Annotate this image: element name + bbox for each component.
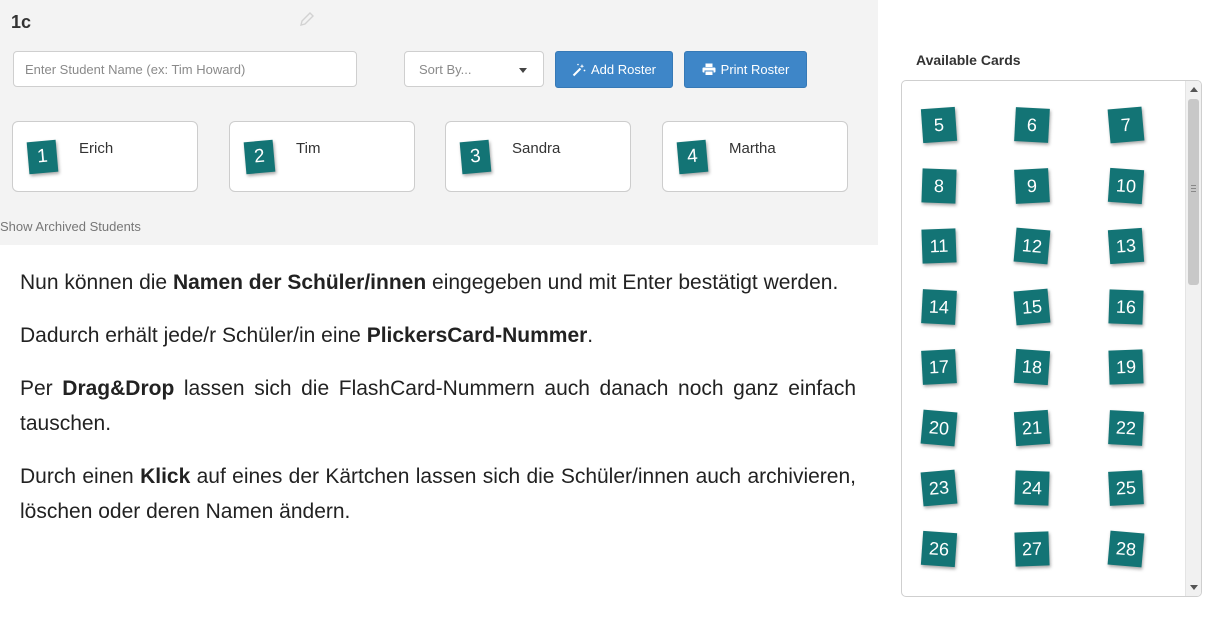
explanation-paragraph: Per Drag&Drop lassen sich die FlashCard-… [20,371,856,441]
scrollbar-thumb[interactable] [1188,99,1199,285]
emphasis-text: PlickersCard-Nummer [366,324,588,347]
print-roster-label: Print Roster [720,62,790,77]
available-card[interactable]: 5 [920,106,958,144]
emphasis-text: Namen der Schüler/innen [172,271,427,294]
grip-icon [1191,185,1196,192]
explanation-paragraph: Dadurch erhält jede/r Schüler/in eine Pl… [20,318,856,353]
scroll-down-arrow-icon[interactable] [1190,585,1198,590]
available-card[interactable]: 17 [921,349,957,385]
paragraph-text: eingegeben und mit Enter bestätigt werde… [426,271,839,294]
card-number-badge: 1 [26,139,59,175]
available-card[interactable]: 24 [1014,470,1050,506]
print-roster-button[interactable]: Print Roster [684,51,807,88]
student-card[interactable]: 2 Tim [229,121,415,192]
add-roster-label: Add Roster [590,62,657,77]
available-card[interactable]: 22 [1108,409,1144,446]
available-card[interactable]: 9 [1014,167,1050,204]
scroll-up-arrow-icon[interactable] [1190,87,1198,92]
available-card[interactable]: 6 [1014,107,1050,143]
student-name-input[interactable] [13,51,357,87]
student-name: Sandra [512,140,561,157]
available-card[interactable]: 25 [1108,470,1144,506]
available-cards-grid: 5 6 7 8 9 10 11 12 13 14 15 16 17 18 19 20 21 22 23 24 25 26 2… [902,81,1184,596]
available-card[interactable]: 21 [1013,409,1051,446]
printer-icon [702,63,716,76]
available-card[interactable]: 10 [1107,167,1145,204]
student-card[interactable]: 3 Sandra [445,121,631,192]
available-card[interactable]: 18 [1013,348,1051,386]
paragraph-text: Nun können die [20,271,173,294]
available-card[interactable]: 28 [1107,530,1145,567]
emphasis-text: Drag&Drop [62,377,175,400]
paragraph-text: . [587,324,594,347]
card-number-badge: 3 [459,139,492,175]
student-name: Tim [296,140,321,157]
available-card[interactable]: 20 [920,409,958,446]
paragraph-text: Durch einen [20,465,141,488]
caret-down-icon [519,68,527,73]
available-card[interactable]: 7 [1107,106,1145,144]
available-card[interactable]: 19 [1108,349,1144,385]
available-card[interactable]: 12 [1013,227,1051,265]
emphasis-text: Klick [140,465,191,488]
available-cards-panel[interactable]: 5 6 7 8 9 10 11 12 13 14 15 16 17 18 19 20 21 22 23 24 25 26 2… [901,80,1202,597]
paragraph-text: Dadurch erhält jede/r Schüler/in eine [20,324,367,347]
explanation-text: Nun können die Namen der Schüler/innen e… [20,265,856,547]
available-cards-heading: Available Cards [916,52,1021,68]
scrollbar[interactable] [1185,81,1201,596]
available-card[interactable]: 23 [920,469,958,507]
available-card[interactable]: 8 [921,167,957,204]
student-card[interactable]: 1 Erich [12,121,198,192]
card-number-badge: 4 [676,139,709,175]
available-card[interactable]: 27 [1014,530,1050,567]
paragraph-text: Per [20,377,63,400]
roster-editor: 1c Sort By... Add Roster Print Roster 1 … [0,0,878,245]
add-roster-button[interactable]: Add Roster [555,51,673,88]
student-card[interactable]: 4 Martha [662,121,848,192]
class-title: 1c [11,12,32,32]
available-card[interactable]: 16 [1108,288,1144,325]
available-card[interactable]: 14 [921,288,957,325]
available-card[interactable]: 11 [921,228,957,264]
student-name: Martha [729,140,776,157]
sort-select[interactable]: Sort By... [404,51,544,87]
available-card[interactable]: 13 [1107,227,1145,265]
show-archived-students-link[interactable]: Show Archived Students [0,219,141,234]
available-card[interactable]: 15 [1013,288,1051,325]
card-number-badge: 2 [243,139,276,175]
student-name: Erich [79,140,114,157]
explanation-paragraph: Nun können die Namen der Schüler/innen e… [20,265,856,300]
sort-select-label: Sort By... [419,61,472,77]
magic-wand-icon [572,63,586,76]
explanation-paragraph: Durch einen Klick auf eines der Kärtchen… [20,459,856,529]
available-card[interactable]: 26 [920,530,958,567]
pencil-icon[interactable] [298,10,316,28]
